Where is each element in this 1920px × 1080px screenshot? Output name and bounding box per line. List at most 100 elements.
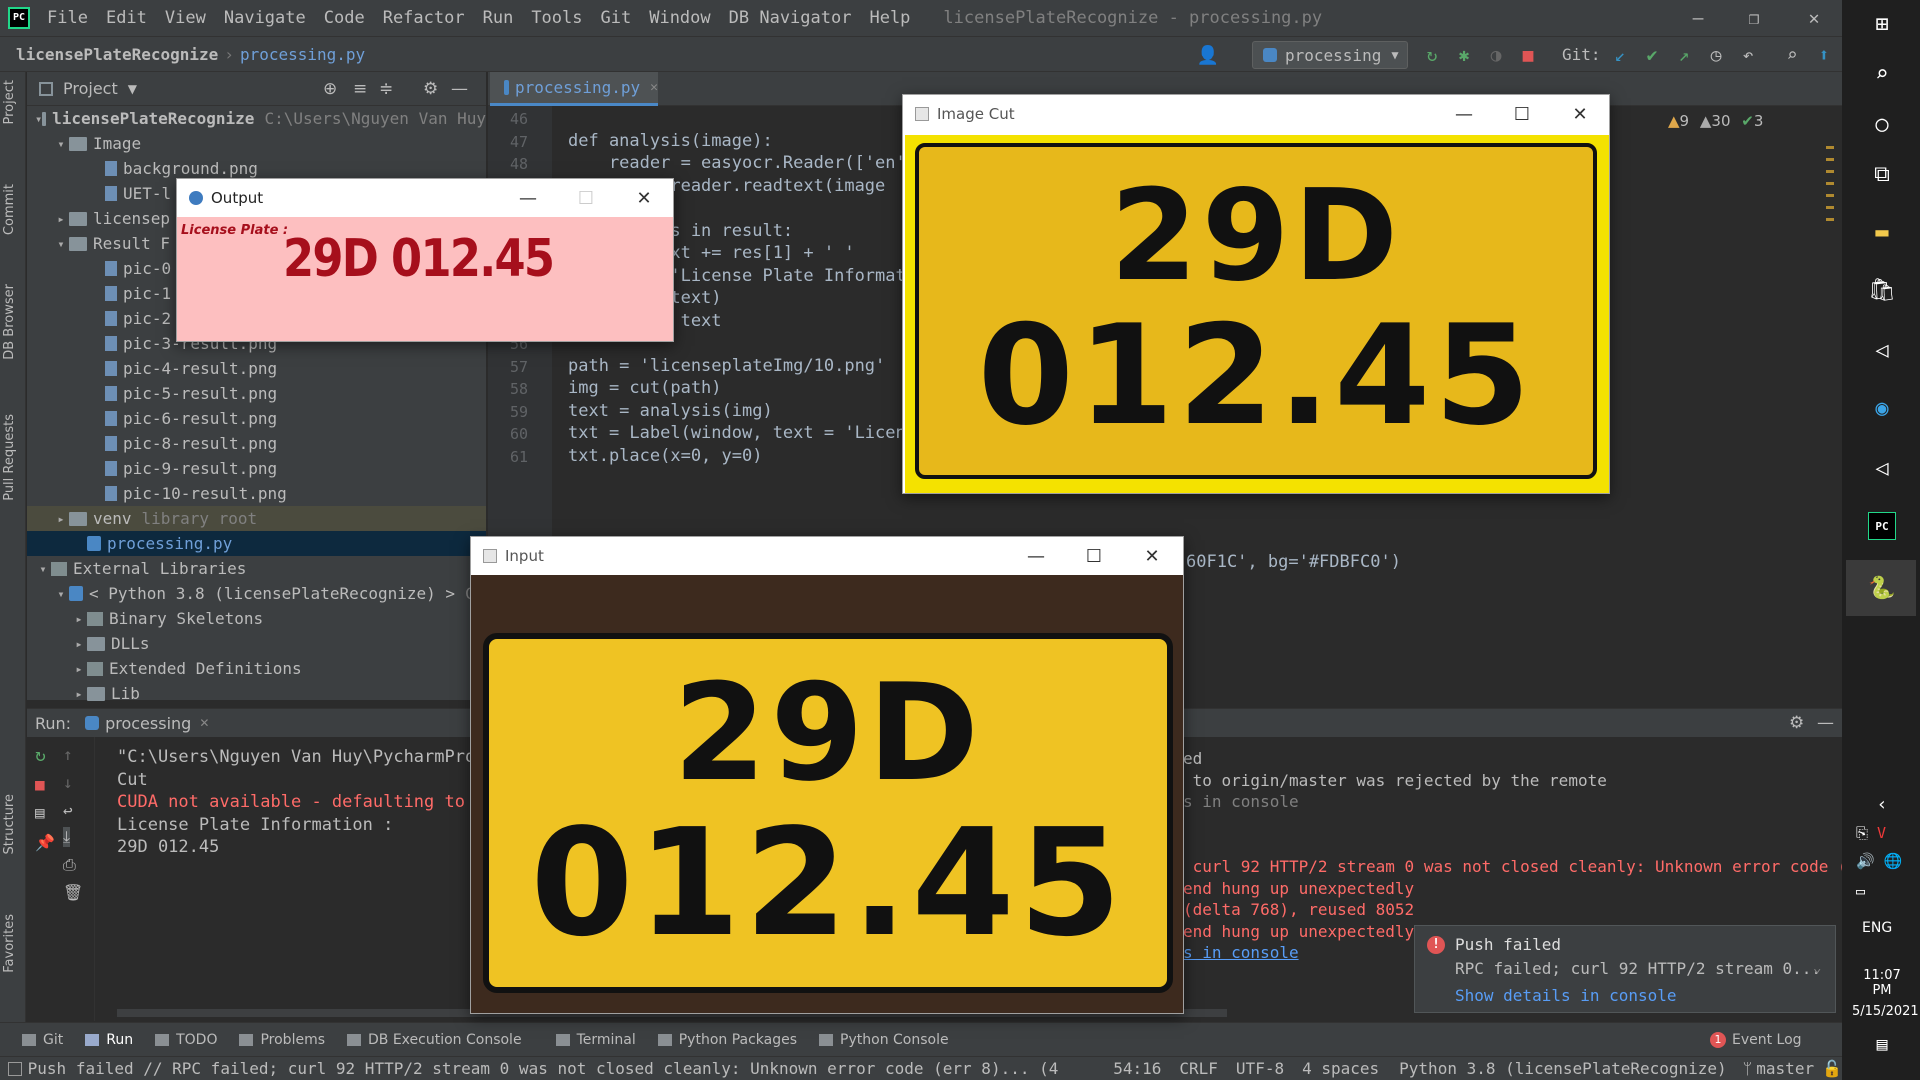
tool-tab-project[interactable]: Project — [2, 80, 17, 124]
tree-row[interactable]: ▸ Lib — [27, 681, 486, 706]
down-arrow-icon[interactable]: ↓ — [63, 773, 73, 792]
output-window-titlebar[interactable]: Output — ☐ ✕ — [177, 179, 673, 217]
layout-icon[interactable]: ▤ — [35, 803, 45, 822]
vivaldi-icon[interactable]: V — [1877, 824, 1886, 842]
menu-edit[interactable]: Edit — [97, 8, 156, 28]
gear-icon[interactable]: ⚙ — [423, 79, 438, 99]
debug-icon[interactable]: ✱ — [1452, 43, 1476, 67]
search-icon[interactable]: ⌕ — [1868, 60, 1896, 88]
file-encoding[interactable]: UTF-8 — [1236, 1059, 1284, 1078]
visual-studio-2-icon[interactable]: ◁ — [1868, 454, 1896, 482]
close-icon[interactable]: ✕ — [1786, 0, 1842, 36]
tree-row[interactable]: pic-5-result.png — [27, 381, 486, 406]
close-icon[interactable]: ✕ — [615, 179, 673, 217]
expand-arrow-icon[interactable]: ▾ — [53, 587, 69, 601]
close-tab-icon[interactable]: ✕ — [650, 80, 658, 95]
tree-row[interactable]: ▸ DLLs — [27, 631, 486, 656]
restore-icon[interactable]: ❐ — [1726, 0, 1782, 36]
volume-network-icons[interactable]: 🔊 🌐 — [1856, 852, 1902, 870]
breadcrumb-file[interactable]: processing.py — [240, 45, 365, 64]
notification-center-icon[interactable]: ▤ — [1868, 1030, 1896, 1058]
updates-icon[interactable]: ⬆ — [1812, 43, 1836, 67]
visual-studio-icon[interactable]: ◁ — [1868, 336, 1896, 364]
git-commit-icon[interactable]: ✔ — [1640, 43, 1664, 67]
collapse-all-icon[interactable]: ≑ — [379, 79, 393, 99]
menu-refactor[interactable]: Refactor — [374, 8, 474, 28]
up-arrow-icon[interactable]: ↑ — [63, 745, 73, 764]
image-cut-titlebar[interactable]: Image Cut — ☐ ✕ — [903, 95, 1609, 133]
expand-arrow-icon[interactable]: ▸ — [53, 212, 69, 226]
hide-icon[interactable]: — — [451, 79, 468, 99]
tool-tab-pull-requests[interactable]: Pull Requests — [2, 414, 17, 501]
edge-icon[interactable]: ◉ — [1868, 394, 1896, 422]
menu-help[interactable]: Help — [860, 8, 919, 28]
menu-git[interactable]: Git — [592, 8, 641, 28]
git-branch[interactable]: master — [1756, 1059, 1814, 1078]
git-log-line[interactable]: s in console — [1183, 943, 1299, 962]
tree-row[interactable]: ▾ licensePlateRecognize C:\Users\Nguyen Va… — [27, 106, 486, 131]
menu-navigate[interactable]: Navigate — [215, 8, 315, 28]
tree-row[interactable]: ▸ Binary Skeletons — [27, 606, 486, 631]
tool-run[interactable]: Run — [85, 1032, 133, 1048]
tree-row[interactable]: pic-10-result.png — [27, 481, 486, 506]
tree-row[interactable]: ▸ venv library root — [27, 506, 486, 531]
expand-arrow-icon[interactable]: ▸ — [71, 637, 87, 651]
tool-python-console[interactable]: Python Console — [819, 1032, 949, 1048]
tree-row[interactable]: pic-4-result.png — [27, 356, 486, 381]
status-toggle-icon[interactable] — [8, 1061, 22, 1076]
search-icon[interactable]: ⌕ — [1780, 43, 1804, 67]
store-icon[interactable]: 🛍 — [1868, 276, 1896, 304]
tool-terminal[interactable]: Terminal — [555, 1032, 636, 1048]
tool-tab-favorites[interactable]: Favorites — [2, 914, 17, 973]
rollback-icon[interactable]: ↶ — [1736, 43, 1760, 67]
expand-arrow-icon[interactable]: ▾ — [35, 112, 42, 126]
locate-icon[interactable]: ⊕ — [323, 79, 337, 99]
interpreter[interactable]: Python 3.8 (licensePlateRecognize) — [1399, 1059, 1727, 1078]
task-view-icon[interactable]: ⧉ — [1868, 160, 1896, 188]
menu-code[interactable]: Code — [315, 8, 374, 28]
tree-row[interactable]: pic-8-result.png — [27, 431, 486, 456]
chevron-left-icon[interactable]: ‹ — [1868, 790, 1896, 818]
run-tab[interactable]: processing ✕ — [85, 714, 209, 733]
minimize-icon[interactable]: — — [1670, 0, 1726, 36]
cortana-icon[interactable]: ○ — [1868, 110, 1896, 138]
tool-tab-db-browser[interactable]: DB Browser — [2, 284, 17, 360]
minimize-icon[interactable]: — — [499, 179, 557, 217]
maximize-icon[interactable]: ☐ — [1493, 95, 1551, 133]
menu-db-navigator[interactable]: DB Navigator — [720, 8, 861, 28]
rerun-icon[interactable]: ↻ — [35, 745, 46, 766]
status-message[interactable]: Push failed // RPC failed; curl 92 HTTP/… — [28, 1059, 1062, 1078]
rerun-icon[interactable]: ↻ — [1420, 43, 1444, 67]
tool-python-packages[interactable]: Python Packages — [657, 1032, 797, 1048]
stop-icon[interactable]: ■ — [1516, 43, 1540, 67]
python-taskbar-icon[interactable]: 🐍 — [1868, 574, 1896, 602]
menu-view[interactable]: View — [156, 8, 215, 28]
tree-row[interactable]: ▾< Python 3.8 (licensePlateRecognize) >C — [27, 581, 486, 606]
git-update-icon[interactable]: ↙ — [1608, 43, 1632, 67]
chevron-down-icon[interactable]: ▼ — [128, 82, 137, 96]
minimize-icon[interactable]: — — [1435, 95, 1493, 133]
expand-arrow-icon[interactable]: ▸ — [71, 662, 87, 676]
expand-arrow-icon[interactable]: ▸ — [71, 612, 87, 626]
inspection-widget[interactable]: ▲9 ▲30 ✔3 — [1668, 112, 1763, 130]
tool-git[interactable]: Git — [22, 1032, 63, 1048]
show-details-link[interactable]: Show details in console — [1455, 986, 1677, 1005]
user-icon[interactable]: 👤 — [1196, 43, 1220, 67]
error-stripe[interactable] — [1826, 146, 1834, 226]
close-tab-icon[interactable]: ✕ — [199, 716, 209, 730]
menu-file[interactable]: File — [38, 8, 97, 28]
history-icon[interactable]: ◷ — [1704, 43, 1728, 67]
tool-todo[interactable]: TODO — [155, 1032, 217, 1048]
chevron-down-icon[interactable]: ⌄ — [1813, 960, 1821, 976]
project-panel-title[interactable]: Project — [63, 79, 118, 98]
caret-position[interactable]: 54:16 — [1113, 1059, 1161, 1078]
windows-start-icon[interactable]: ⊞ — [1868, 10, 1896, 38]
expand-arrow-icon[interactable]: ▾ — [53, 237, 69, 251]
language-indicator[interactable]: ENG — [1862, 920, 1892, 936]
tool-problems[interactable]: Problems — [239, 1032, 325, 1048]
push-failed-notification[interactable]: ! Push failed RPC failed; curl 92 HTTP/2… — [1414, 925, 1836, 1013]
file-explorer-icon[interactable]: ▬ — [1868, 218, 1896, 246]
tree-row[interactable]: ▾ External Libraries — [27, 556, 486, 581]
expand-arrow-icon[interactable]: ▾ — [53, 137, 69, 151]
expand-arrow-icon[interactable]: ▸ — [53, 512, 69, 526]
